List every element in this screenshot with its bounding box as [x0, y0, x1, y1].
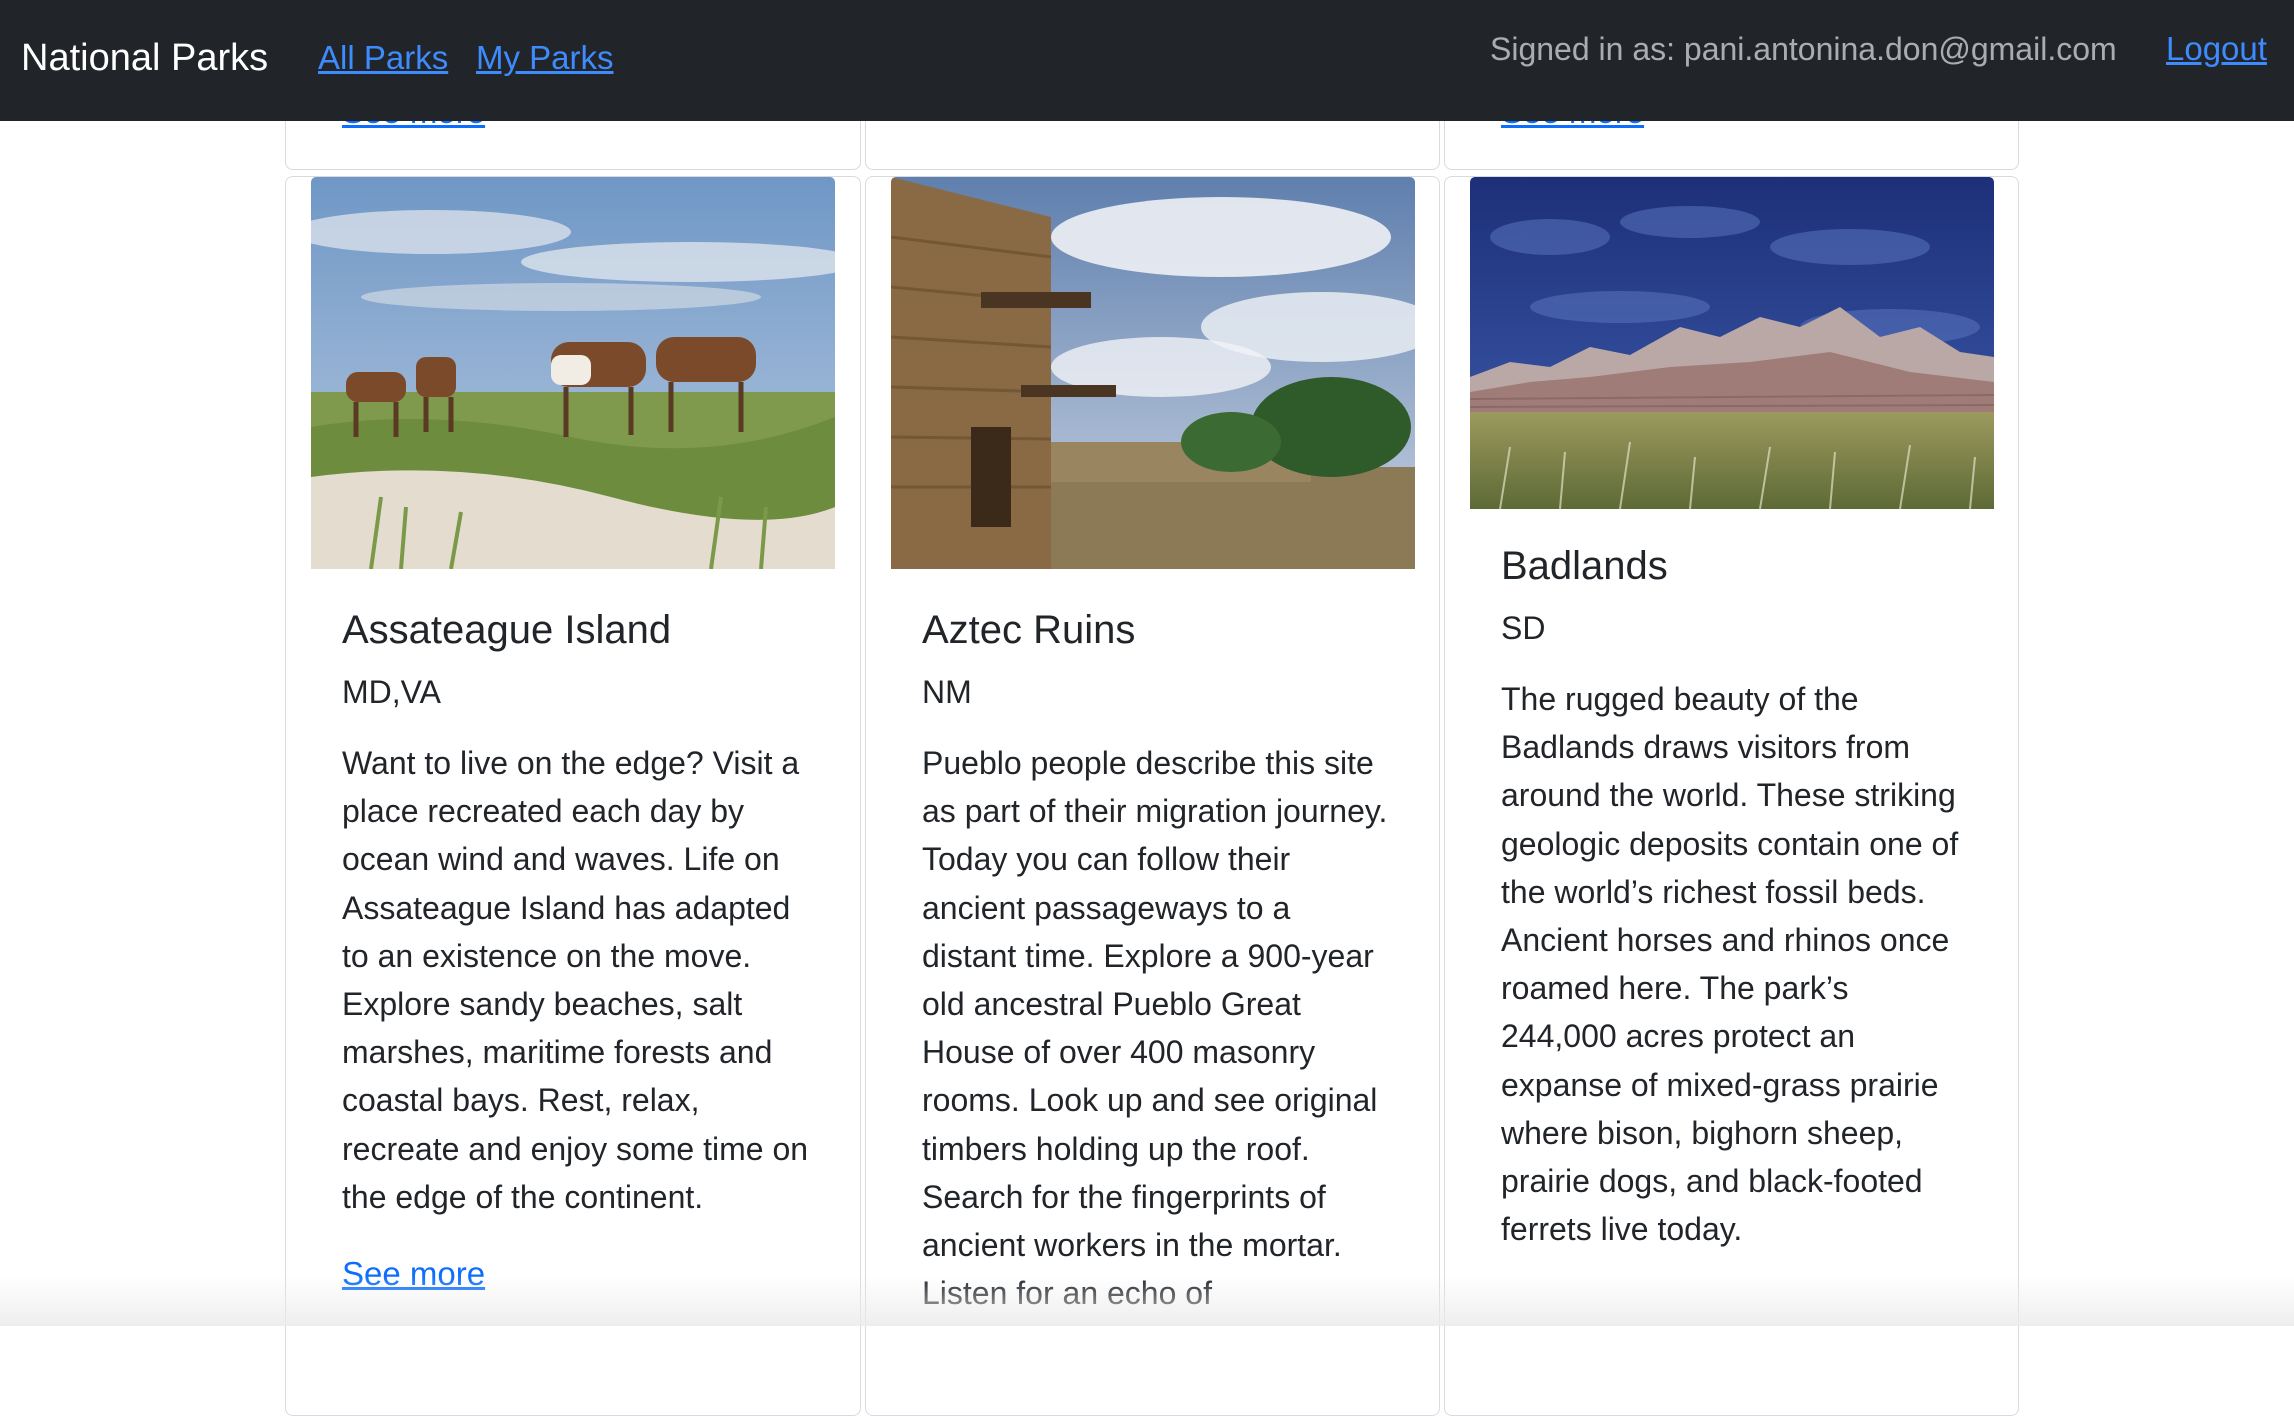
park-states: MD,VA [342, 674, 441, 710]
park-card: Badlands SD The rugged beauty of the Bad… [1444, 176, 2019, 1416]
card-body: Assateague Island MD,VA Want to live on … [342, 605, 812, 1297]
logout-link[interactable]: Logout [2166, 26, 2267, 72]
park-card: Aztec Ruins NM Pueblo people describe th… [865, 176, 1440, 1416]
badlands-prairie-photo [1470, 177, 1994, 509]
nav-link-my-parks[interactable]: My Parks [476, 35, 614, 81]
park-states: SD [1501, 610, 1546, 646]
nav-link-all-parks[interactable]: All Parks [318, 35, 448, 81]
park-states: NM [922, 674, 972, 710]
park-title: Aztec Ruins [922, 608, 1136, 652]
park-title: Badlands [1501, 544, 1668, 588]
park-description: Want to live on the edge? Visit a place … [342, 745, 809, 1215]
see-more-link[interactable]: See more [342, 1251, 485, 1297]
stone-ruins-photo [891, 177, 1415, 569]
brand-title[interactable]: National Parks [21, 33, 268, 83]
park-description: The rugged beauty of the Badlands draws … [1501, 681, 1959, 1248]
card-body: Aztec Ruins NM Pueblo people describe th… [922, 605, 1392, 1317]
wild-horses-photo [311, 177, 835, 569]
card-body: Badlands SD The rugged beauty of the Bad… [1501, 541, 1971, 1253]
signed-in-status: Signed in as: pani.antonina.don@gmail.co… [1490, 31, 2117, 67]
park-title: Assateague Island [342, 608, 672, 652]
top-navbar: National Parks All Parks My Parks Signed… [0, 0, 2294, 121]
park-description: Pueblo people describe this site as part… [922, 745, 1388, 1312]
park-card: Assateague Island MD,VA Want to live on … [285, 176, 861, 1416]
